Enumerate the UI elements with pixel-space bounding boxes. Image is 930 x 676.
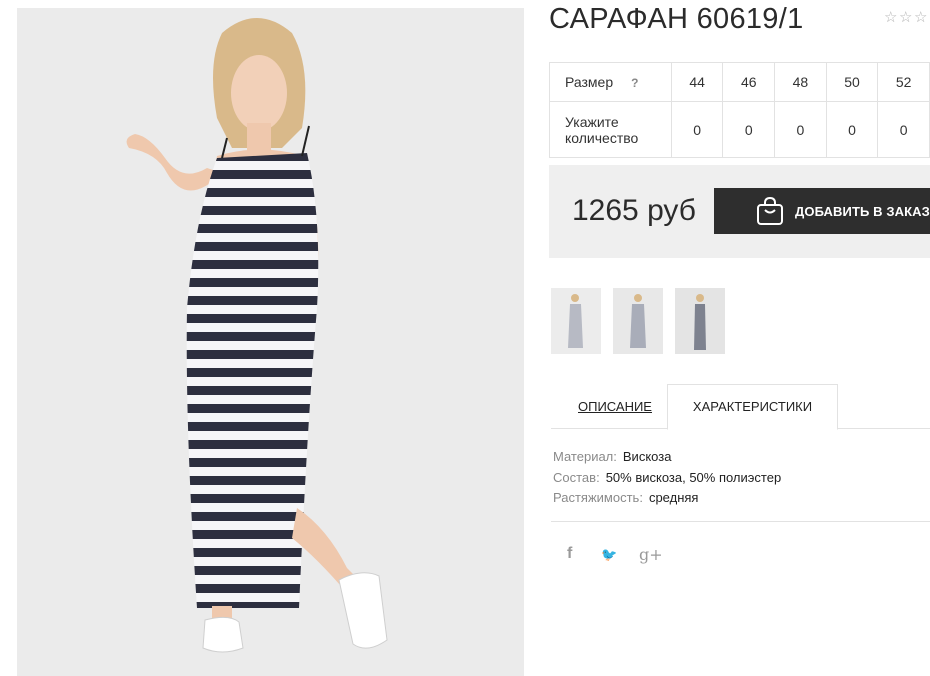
quantity-48[interactable]: 0	[774, 101, 827, 158]
star-outline-icon[interactable]: ☆	[899, 8, 914, 28]
star-outline-icon[interactable]: ☆	[914, 8, 929, 28]
tab-characteristics[interactable]: ХАРАКТЕРИСТИКИ	[667, 384, 838, 430]
add-to-order-label: ДОБАВИТЬ В ЗАКАЗ	[795, 203, 930, 219]
quantity-52[interactable]: 0	[877, 101, 930, 158]
specs-list: Материал: Вискоза Состав: 50% вискоза, 50%…	[553, 447, 781, 509]
size-label: Размер	[565, 74, 614, 90]
price: 1265 руб	[572, 194, 696, 227]
google-plus-icon[interactable]: g+	[639, 545, 663, 564]
spec-row: Состав: 50% вискоза, 50% полиэстер	[553, 468, 781, 489]
quantity-44[interactable]: 0	[670, 101, 724, 158]
size-44: 44	[670, 62, 724, 102]
facebook-icon[interactable]: f	[567, 545, 572, 563]
size-50: 50	[825, 62, 879, 102]
main-product-photo[interactable]	[17, 8, 524, 676]
product-tabs: ОПИСАНИЕ ХАРАКТЕРИСТИКИ	[551, 384, 930, 430]
spec-row: Растяжимость: средняя	[553, 488, 781, 509]
product-title: САРАФАН 60619/1	[549, 3, 804, 35]
spec-value: средняя	[648, 490, 699, 505]
spec-row: Материал: Вискоза	[553, 447, 781, 468]
divider	[551, 521, 930, 522]
spec-key: Растяжимость:	[553, 490, 643, 505]
spec-key: Состав:	[553, 469, 600, 485]
thumbnail-1[interactable]	[551, 288, 601, 354]
size-table: Размер? 44 46 48 50 52 Укажите количеств…	[549, 62, 930, 158]
star-outline-icon[interactable]: ☆	[884, 8, 899, 28]
rating-stars[interactable]: ☆ ☆ ☆	[884, 8, 930, 28]
spec-key: Материал:	[553, 449, 617, 464]
quantity-50[interactable]: 0	[825, 101, 879, 158]
size-header: Размер?	[549, 62, 672, 102]
quantity-46[interactable]: 0	[722, 101, 776, 158]
thumbnail-2[interactable]	[613, 288, 663, 354]
quantity-label: Укажите количество	[549, 101, 672, 158]
tab-description[interactable]: ОПИСАНИЕ	[578, 399, 652, 414]
spec-value: 50% вискоза, 50% полиэстер	[605, 469, 782, 485]
size-52: 52	[877, 62, 930, 102]
twitter-icon[interactable]: 🐦	[601, 547, 617, 563]
add-to-order-button[interactable]: ДОБАВИТЬ В ЗАКАЗ	[714, 188, 930, 234]
shopping-bag-icon	[757, 196, 783, 225]
size-48: 48	[774, 62, 827, 102]
buy-box: 1265 руб ДОБАВИТЬ В ЗАКАЗ	[549, 165, 930, 258]
thumbnail-3[interactable]	[675, 288, 725, 354]
spec-value: Вискоза	[622, 449, 672, 464]
size-46: 46	[722, 62, 776, 102]
size-help-icon[interactable]: ?	[631, 76, 638, 90]
